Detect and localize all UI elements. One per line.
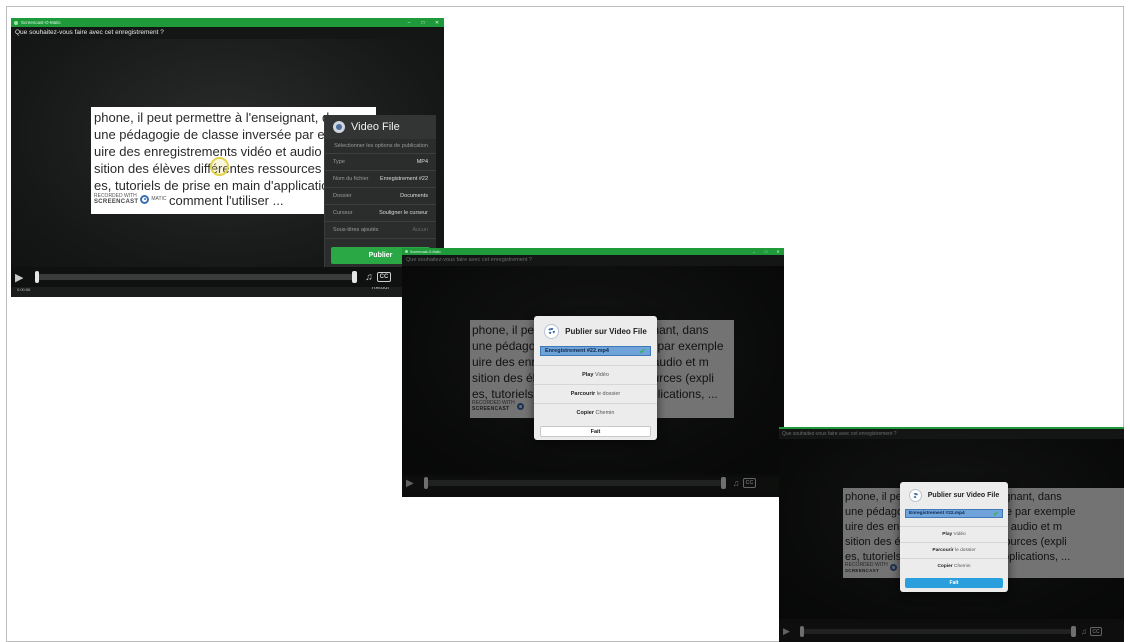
option-value: Souligner le curseur	[379, 210, 428, 216]
video-file-title: Video File	[351, 121, 400, 133]
action-verb: Parcourir	[570, 391, 596, 397]
captions-button[interactable]: CC	[1090, 626, 1102, 636]
done-button[interactable]: Fait	[540, 426, 651, 437]
music-icon[interactable]: ♫	[361, 272, 377, 283]
option-folder[interactable]: Dossier Documents	[325, 188, 436, 205]
seek-start-handle[interactable]	[800, 625, 804, 637]
minimize-button[interactable]: –	[402, 20, 416, 26]
dialog-header: Publier sur Video File	[900, 482, 1008, 509]
video-file-logo-icon	[544, 323, 560, 339]
action-object: Vidéo	[953, 532, 966, 537]
video-file-header: Video File	[325, 115, 436, 139]
copy-path-button[interactable]: Copier Chemin	[900, 558, 1008, 574]
window-publish-dialog-1: Screencast-O-Matic – □ ✕ Que souhaitez-v…	[402, 248, 784, 497]
file-name: Enregistrement #22.mp4	[545, 348, 609, 354]
app-name: Screencast-O-Matic	[21, 20, 61, 25]
prompt-text: Que souhaitez-vous faire avec cet enregi…	[11, 27, 444, 39]
app-icon	[14, 20, 18, 25]
check-icon: ✔	[639, 346, 646, 356]
video-file-logo-icon	[908, 489, 922, 502]
option-key: Sous-titres ajoutés	[333, 227, 379, 233]
prompt-text: Que souhaitez-vous faire avec cet enregi…	[402, 255, 784, 266]
action-verb: Play	[942, 532, 953, 537]
title-bar: Screencast-O-Matic – □ ✕	[402, 248, 784, 255]
player-bar: ▶ ♫ CC	[402, 474, 784, 492]
timecode: 0:00:56	[17, 287, 31, 292]
option-key: Type	[333, 159, 345, 165]
seek-bar[interactable]	[800, 625, 1076, 637]
close-button[interactable]: ✕	[430, 20, 444, 26]
watermark-brand: SCREENCAST	[94, 199, 139, 205]
option-key: Dossier	[333, 193, 352, 199]
option-subtitles[interactable]: Sous-titres ajoutés Aucun	[325, 222, 436, 239]
action-object: Chemin	[954, 564, 971, 569]
play-icon[interactable]: ▶	[406, 478, 420, 489]
browse-folder-button[interactable]: Parcourir le dossier	[534, 384, 657, 403]
play-icon[interactable]: ▶	[783, 626, 796, 637]
music-icon[interactable]: ♫	[1078, 627, 1090, 636]
app-name: Screencast-O-Matic	[410, 249, 441, 254]
option-value: Enregistrement #22	[380, 176, 428, 182]
window-recording-options: Screencast-O-Matic – □ ✕ Que souhaitez-v…	[11, 18, 444, 297]
action-object: Chemin	[595, 410, 615, 416]
option-value: MP4	[416, 159, 428, 165]
action-verb: Copier	[937, 564, 953, 569]
minimize-button[interactable]: –	[748, 249, 760, 254]
title-bar: Screencast-O-Matic – □ ✕	[11, 18, 444, 27]
music-icon[interactable]: ♫	[729, 478, 743, 488]
option-value: Documents	[400, 193, 428, 199]
seek-end-handle[interactable]	[352, 271, 357, 283]
slide-line: comment l'utiliser ...	[169, 193, 284, 208]
maximize-button[interactable]: □	[416, 20, 430, 26]
action-object: le dossier	[955, 548, 976, 553]
prompt-text: Que souhaitez-vous faire avec cet enregi…	[779, 429, 1124, 439]
publish-dialog: Publier sur Video File Enregistrement #2…	[900, 482, 1008, 592]
seek-end-handle[interactable]	[1071, 625, 1076, 637]
player-bar: ▶ ♫ CC	[779, 623, 1124, 639]
watermark-logo-icon	[140, 194, 150, 204]
published-file[interactable]: Enregistrement #22.mp4 ✔	[905, 509, 1003, 518]
seek-bar[interactable]	[35, 271, 357, 283]
captions-button[interactable]: CC	[377, 272, 391, 282]
window-publish-dialog-2: Que souhaitez-vous faire avec cet enregi…	[779, 427, 1124, 642]
dialog-title: Publier sur Video File	[927, 492, 1000, 499]
seek-start-handle[interactable]	[424, 477, 428, 489]
app-icon	[405, 250, 408, 253]
option-type[interactable]: Type MP4	[325, 154, 436, 171]
play-video-button[interactable]: Play Vidéo	[534, 365, 657, 384]
file-name: Enregistrement #22.mp4	[909, 511, 965, 516]
captions-button[interactable]: CC	[743, 478, 756, 488]
action-verb: Copier	[576, 410, 594, 416]
maximize-button[interactable]: □	[760, 249, 772, 254]
watermark: RECORDED WITH SCREENCAST MATIC	[94, 193, 167, 205]
cursor-highlight	[210, 157, 229, 176]
copy-path-button[interactable]: Copier Chemin	[534, 403, 657, 422]
seek-start-handle[interactable]	[35, 271, 39, 283]
close-button[interactable]: ✕	[772, 249, 784, 254]
action-verb: Play	[582, 372, 594, 378]
play-video-button[interactable]: Play Vidéo	[900, 526, 1008, 542]
option-key: Curseur	[333, 210, 353, 216]
option-value: Aucun	[412, 227, 428, 233]
option-cursor[interactable]: Curseur Souligner le curseur	[325, 205, 436, 222]
dialog-header: Publier sur Video File	[534, 316, 657, 346]
action-verb: Parcourir	[932, 548, 954, 553]
video-file-logo-icon	[333, 121, 345, 133]
publish-dialog: Publier sur Video File Enregistrement #2…	[534, 316, 657, 440]
done-button[interactable]: Fait	[905, 578, 1003, 588]
seek-end-handle[interactable]	[721, 477, 726, 489]
player-bar: ▶ ♫ CC	[11, 267, 444, 287]
watermark-suffix: MATIC	[151, 196, 167, 202]
published-file[interactable]: Enregistrement #22.mp4 ✔	[540, 346, 651, 356]
dialog-title: Publier sur Video File	[565, 326, 647, 336]
check-icon: ✔	[993, 510, 999, 518]
browse-folder-button[interactable]: Parcourir le dossier	[900, 542, 1008, 558]
video-file-subtitle: Sélectionner les options de publication	[325, 139, 436, 154]
option-key: Nom du fichier	[333, 176, 369, 182]
action-object: le dossier	[596, 391, 621, 397]
play-icon[interactable]: ▶	[15, 271, 31, 284]
option-filename[interactable]: Nom du fichier Enregistrement #22	[325, 171, 436, 188]
action-object: Vidéo	[594, 372, 609, 378]
seek-bar[interactable]	[424, 477, 726, 489]
